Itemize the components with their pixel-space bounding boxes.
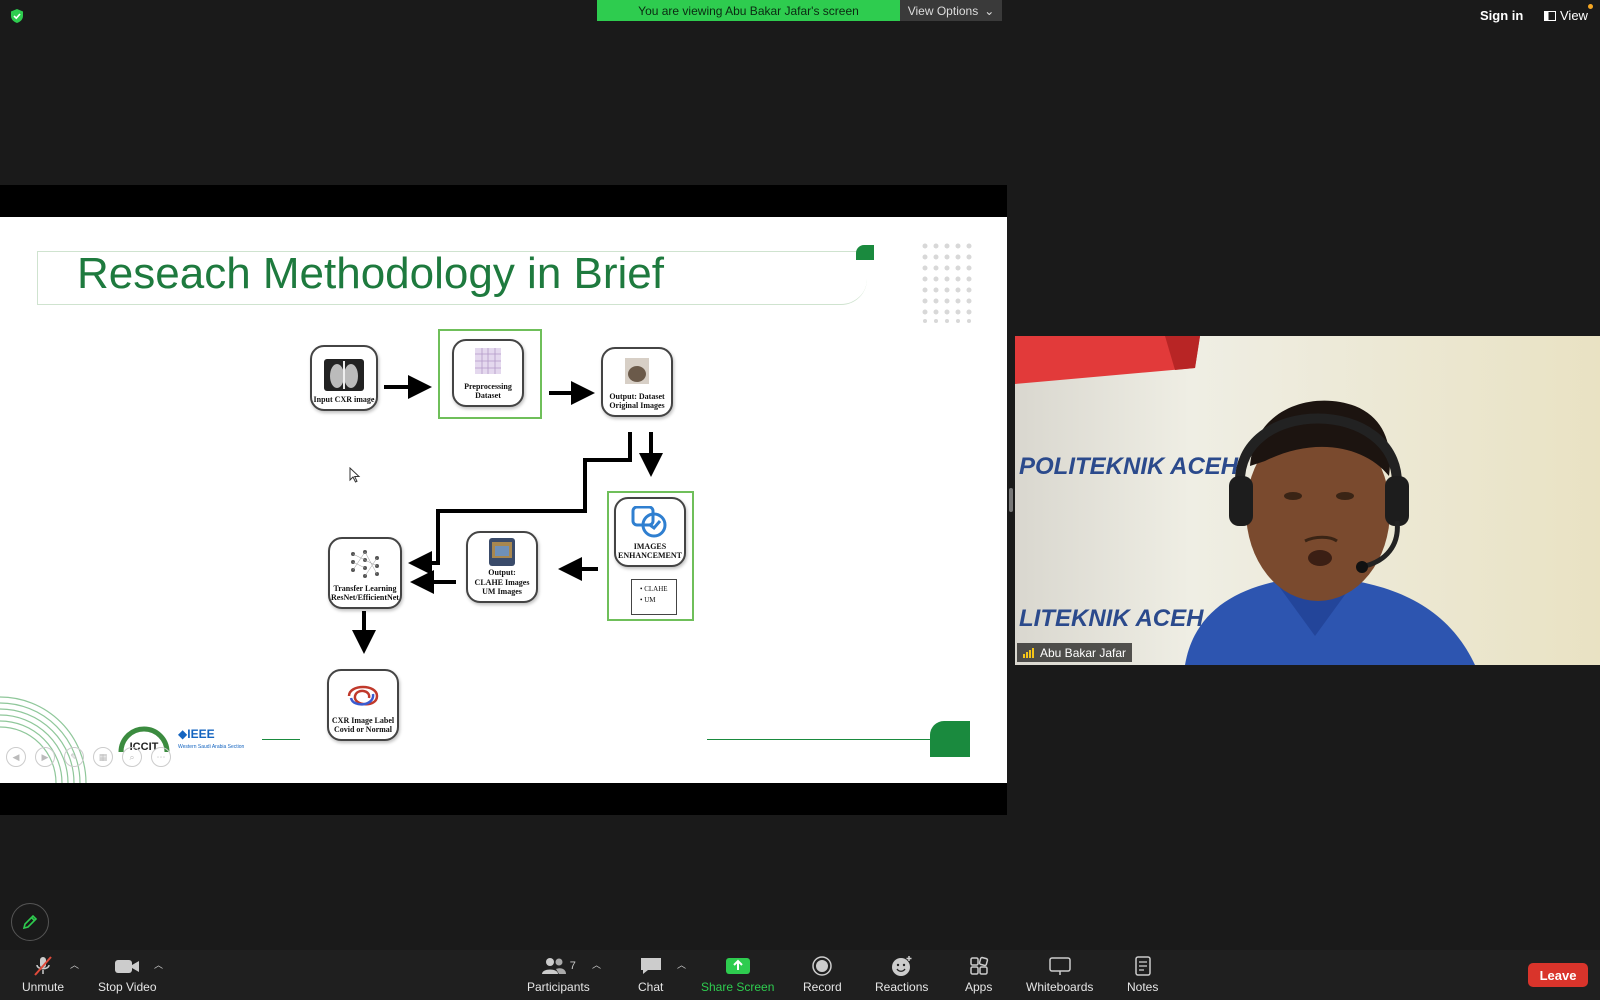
node-enhancement-label: IMAGES ENHANCEMENT (617, 541, 682, 561)
neural-network-icon (351, 549, 379, 578)
security-shield-icon[interactable] (10, 9, 24, 23)
stop-video-button[interactable]: Stop Video (98, 955, 157, 994)
slide-controls: ◀ ▶ ✎ ▦ ⌕ ⋯ (6, 747, 171, 767)
participants-label: Participants (527, 980, 590, 994)
label-swirl-icon (347, 685, 379, 706)
node-output-original: Output: Dataset Original Images (601, 347, 673, 417)
presentation-slide: Reseach Methodology in Brief Input CXR i… (0, 217, 1007, 783)
enhanced-image-icon (489, 538, 515, 567)
view-options-button[interactable]: View Options ⌄ (900, 0, 1002, 21)
microphone-muted-icon (34, 956, 52, 976)
participants-caret-icon[interactable]: ︿ (592, 958, 601, 971)
apps-grid-icon (969, 956, 988, 975)
enhancement-item-um: • UM (640, 595, 656, 604)
node-output-enhanced: Output: CLAHE Images UM Images (466, 531, 538, 603)
split-view-handle[interactable] (1009, 488, 1013, 512)
enhancement-icon (631, 505, 667, 538)
wall-banner-text-1: POLITEKNIK ACEH (1019, 453, 1239, 480)
slide-more-icon[interactable]: ⋯ (151, 747, 171, 767)
record-button[interactable]: Record (803, 955, 842, 994)
slide-next-icon[interactable]: ▶ (35, 747, 55, 767)
node-image-label: CXR Image Label Covid or Normal (327, 669, 399, 741)
footer-line-right (707, 739, 932, 740)
decorative-arcs (0, 696, 87, 783)
chat-bubble-icon (640, 958, 661, 974)
slide-pen-icon[interactable]: ✎ (64, 747, 84, 767)
whiteboard-icon (1048, 957, 1071, 975)
video-options-caret-icon[interactable]: ︿ (154, 958, 163, 971)
participant-video[interactable]: POLITEKNIK ACEH LITEKNIK ACEH (1015, 336, 1600, 665)
dataset-image-icon (625, 357, 649, 384)
record-label: Record (803, 980, 842, 994)
node-transfer-label: Transfer Learning ResNet/EfficientNet (331, 583, 399, 603)
reactions-button[interactable]: Reactions (875, 955, 928, 994)
flowchart-arrows (352, 375, 663, 654)
notes-label: Notes (1127, 980, 1159, 994)
pencil-icon (22, 914, 38, 930)
notification-dot (1588, 4, 1593, 9)
node-input-label: Input CXR image (313, 395, 375, 405)
annotate-button[interactable] (11, 903, 49, 941)
sign-in-link[interactable]: Sign in (1480, 8, 1523, 23)
ieee-subtitle: Western Saudi Arabia Section (178, 744, 245, 750)
participant-name: Abu Bakar Jafar (1040, 645, 1127, 660)
share-screen-button[interactable]: Share Screen (701, 955, 774, 994)
chat-caret-icon[interactable]: ︿ (677, 958, 686, 971)
enhancement-item-clahe: • CLAHE (640, 585, 668, 593)
whiteboards-label: Whiteboards (1026, 980, 1094, 994)
participant-name-tag: Abu Bakar Jafar (1017, 643, 1133, 662)
ieee-logo: ◆IEEE (178, 727, 215, 741)
record-icon (812, 956, 833, 976)
node-output-enhanced-line3: UM Images (482, 587, 522, 597)
view-button[interactable]: View (1544, 8, 1588, 23)
view-label: View (1560, 8, 1588, 23)
meeting-toolbar (0, 950, 1600, 1000)
unmute-label: Unmute (22, 980, 65, 994)
participants-button[interactable]: 7 Participants (527, 955, 590, 994)
apps-label: Apps (965, 980, 993, 994)
share-screen-icon (725, 958, 750, 974)
whiteboards-button[interactable]: Whiteboards (1026, 955, 1093, 994)
slide-zoom-icon[interactable]: ⌕ (122, 747, 142, 767)
chat-button[interactable]: Chat (638, 955, 663, 994)
view-options-label: View Options (907, 3, 979, 18)
footer-line-left (262, 739, 300, 740)
stop-video-label: Stop Video (98, 980, 157, 994)
node-label-label: CXR Image Label Covid or Normal (331, 715, 395, 735)
node-output-enhanced-line1: Output: (488, 568, 516, 578)
node-images-enhancement: IMAGES ENHANCEMENT (614, 497, 686, 567)
chat-label: Chat (638, 980, 664, 994)
node-preprocessing: Preprocessing Dataset (452, 339, 524, 407)
enhancement-methods-list: • CLAHE • UM (631, 579, 677, 615)
node-output-enhanced-line2: CLAHE Images (474, 577, 530, 587)
signal-strength-icon (1023, 647, 1034, 658)
footer-green-block (930, 721, 970, 757)
node-input-cxr: Input CXR image (310, 345, 378, 411)
notes-button[interactable]: Notes (1127, 955, 1158, 994)
node-preprocessing-label: Preprocessing Dataset (464, 381, 512, 401)
apps-button[interactable]: Apps (965, 955, 992, 994)
slide-prev-icon[interactable]: ◀ (6, 747, 26, 767)
leave-button[interactable]: Leave (1528, 963, 1588, 987)
view-layout-icon (1544, 10, 1556, 21)
video-camera-icon (115, 960, 140, 973)
notes-icon (1134, 956, 1151, 976)
share-screen-label: Share Screen (701, 980, 775, 994)
audio-options-caret-icon[interactable]: ︿ (70, 958, 79, 971)
mouse-cursor-icon (349, 467, 361, 483)
slide-grid-icon[interactable]: ▦ (93, 747, 113, 767)
banner-text: You are viewing Abu Bakar Jafar's screen (638, 3, 859, 18)
viewing-screen-banner: You are viewing Abu Bakar Jafar's screen (597, 0, 900, 21)
grid-image-icon (475, 347, 501, 374)
reactions-smiley-icon (891, 956, 912, 976)
unmute-button[interactable]: Unmute (22, 955, 64, 994)
xray-image-icon (324, 359, 364, 392)
reactions-label: Reactions (875, 980, 929, 994)
participants-icon (541, 958, 566, 974)
chevron-down-icon: ⌄ (984, 3, 995, 18)
node-transfer-learning: Transfer Learning ResNet/EfficientNet (328, 537, 402, 609)
wall-banner-text-2: LITEKNIK ACEH (1019, 605, 1204, 632)
node-output-original-label: Output: Dataset Original Images (609, 391, 665, 411)
participants-count: 7 (569, 959, 576, 972)
